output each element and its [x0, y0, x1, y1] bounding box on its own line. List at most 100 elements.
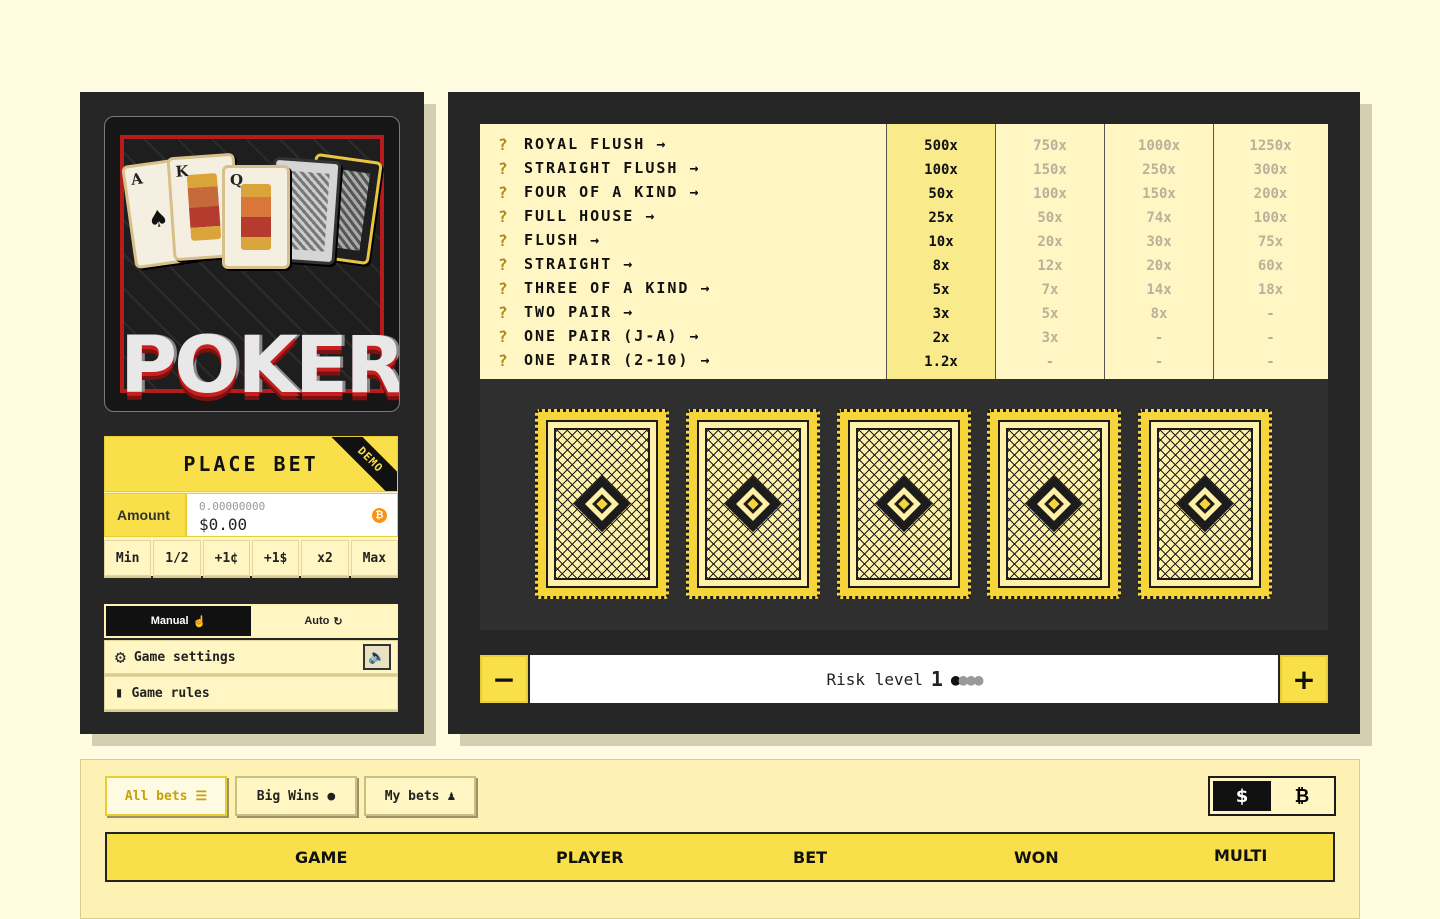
multiplier-column-2: 750x 150x 100x 50x 20x 12x 7x 5x 3x - [996, 124, 1105, 379]
left-panel: A ♠ K Q POKER PLACE BET DEMO Amount 0.00… [80, 92, 424, 734]
tab-my-bets[interactable]: My bets ♟ [364, 776, 476, 816]
multiplier-value: 8x [932, 258, 950, 274]
hand-four-of-a-kind[interactable]: ? FOUR OF A KIND → [480, 180, 886, 204]
multiplier-value: 74x [1146, 210, 1172, 226]
hand-flush[interactable]: ? FLUSH → [480, 228, 886, 252]
multiplier-value: 20x [1037, 234, 1063, 250]
fire-drop-icon: ● [950, 669, 961, 689]
card-slot-2[interactable] [686, 409, 820, 599]
currency-usd-option[interactable]: $ [1213, 781, 1271, 811]
book-icon: ▮ [115, 685, 124, 701]
game-logo: A ♠ K Q POKER [104, 116, 400, 412]
multiplier-value: 100x [924, 162, 958, 178]
bets-table-header: GAME PLAYER BET WON MULTI [105, 832, 1335, 882]
help-icon: ? [498, 302, 510, 322]
tab-big-wins[interactable]: Big Wins ● [235, 776, 357, 816]
multiplier-column-1: 500x 100x 50x 25x 10x 8x 5x 3x 2x 1.2x [887, 124, 996, 379]
manual-mode-tab[interactable]: Manual ☝ [106, 606, 251, 636]
help-icon: ? [498, 326, 510, 346]
bets-panel: All bets ☰ Big Wins ● My bets ♟ $ ₿ GAME… [80, 759, 1360, 919]
amount-input[interactable]: 0.00000000 $0.00 ₿ [186, 493, 398, 537]
place-bet-button[interactable]: PLACE BET DEMO [104, 436, 398, 492]
risk-drops: ●●●● [950, 669, 984, 689]
fire-drop-icon: ● [973, 669, 984, 689]
game-rules-label: Game rules [131, 685, 210, 701]
hand-straight-flush[interactable]: ? STRAIGHT FLUSH → [480, 156, 886, 180]
multiplier-value: 250x [1142, 162, 1176, 178]
multiplier-value: 5x [1041, 306, 1059, 322]
half-button[interactable]: 1/2 [153, 540, 201, 576]
column-player: PLAYER [556, 847, 624, 867]
max-button[interactable]: Max [350, 540, 398, 576]
card-slot-5[interactable] [1138, 409, 1272, 599]
hand-three-of-a-kind[interactable]: ? THREE OF A KIND → [480, 276, 886, 300]
add-cent-button[interactable]: +1¢ [202, 540, 250, 576]
multiplier-value: - [1154, 330, 1164, 346]
amount-usd-value: $0.00 [199, 515, 248, 534]
hand-icon: ☝ [192, 615, 207, 628]
column-multi: MULTI [1214, 845, 1268, 865]
amount-row: Amount 0.00000000 $0.00 ₿ [104, 493, 398, 537]
currency-toggle: $ ₿ [1208, 776, 1336, 816]
auto-mode-tab[interactable]: Auto ↻ [251, 606, 396, 636]
card-slot-4[interactable] [987, 409, 1121, 599]
game-settings-label: Game settings [133, 649, 236, 665]
card-slot-1[interactable] [535, 409, 669, 599]
multiplier-value: 50x [1037, 210, 1063, 226]
refresh-icon: ↻ [333, 615, 343, 628]
card-slot-3[interactable] [837, 409, 971, 599]
risk-decrease-button[interactable]: − [480, 655, 528, 703]
paytable: ? ROYAL FLUSH → ? STRAIGHT FLUSH → ? FOUR O… [480, 124, 1328, 379]
multiplier-value: 1.2x [924, 354, 958, 370]
hand-straight[interactable]: ? STRAIGHT → [480, 252, 886, 276]
multiplier-value: 150x [1142, 186, 1176, 202]
paytable-hands: ? ROYAL FLUSH → ? STRAIGHT FLUSH → ? FOUR O… [480, 124, 887, 379]
multiplier-value: - [1266, 306, 1275, 322]
fire-drop-icon: ● [966, 669, 976, 689]
column-won: WON [1014, 847, 1059, 867]
bitcoin-icon: ₿ [372, 508, 387, 523]
hand-one-pair-2-10[interactable]: ? ONE PAIR (2-10) → [480, 348, 886, 372]
multiplier-value: 75x [1257, 234, 1284, 250]
game-settings-button[interactable]: ⚙ Game settings 🔈 [104, 640, 398, 674]
help-icon: ? [498, 254, 510, 274]
logo-title: POKER [120, 321, 400, 411]
sound-toggle-button[interactable]: 🔈 [363, 644, 391, 670]
game-rules-button[interactable]: ▮ Game rules [104, 676, 398, 710]
amount-label: Amount [104, 493, 186, 537]
risk-level-label: Risk level [826, 669, 923, 689]
multiplier-value: 50x [928, 186, 954, 202]
user-icon: ♟ [447, 788, 456, 804]
quick-amount-buttons: Min 1/2 +1¢ +1$ x2 Max [104, 540, 398, 576]
hand-royal-flush[interactable]: ? ROYAL FLUSH → [480, 132, 886, 156]
logo-card-queen: Q [222, 165, 290, 269]
amount-btc-value: 0.00000000 [199, 500, 266, 513]
currency-btc-option[interactable]: ₿ [1273, 781, 1331, 811]
multiplier-value: 200x [1253, 186, 1288, 202]
column-game: GAME [295, 847, 348, 867]
min-button[interactable]: Min [104, 540, 152, 576]
multiplier-value: 500x [924, 138, 958, 154]
dollar-coin-icon: ● [327, 788, 336, 804]
multiplier-value: 18x [1257, 282, 1284, 298]
multiplier-value: - [1154, 354, 1164, 370]
speaker-icon: 🔈 [368, 649, 386, 665]
tab-all-bets[interactable]: All bets ☰ [105, 776, 227, 816]
hand-one-pair-j-a[interactable]: ? ONE PAIR (J-A) → [480, 324, 886, 348]
help-icon: ? [498, 182, 510, 202]
game-board: ? ROYAL FLUSH → ? STRAIGHT FLUSH → ? FOUR O… [448, 92, 1360, 734]
multiplier-value: 1250x [1249, 138, 1292, 154]
multiplier-value: 25x [928, 210, 954, 226]
double-button[interactable]: x2 [301, 540, 349, 576]
risk-level-control: − Risk level 1 ●●●● + [480, 655, 1328, 703]
add-dollar-button[interactable]: +1$ [251, 540, 300, 576]
multiplier-column-3: 1000x 250x 150x 74x 30x 20x 14x 8x - - [1105, 124, 1214, 379]
multiplier-value: 150x [1033, 162, 1067, 178]
hand-full-house[interactable]: ? FULL HOUSE → [480, 204, 886, 228]
multiplier-value: 7x [1041, 282, 1059, 298]
multiplier-value: 60x [1257, 258, 1284, 274]
multiplier-column-4: 1250x 300x 200x 100x 75x 60x 18x - - - [1214, 124, 1327, 379]
risk-increase-button[interactable]: + [1280, 655, 1328, 703]
bet-mode-toggle: Manual ☝ Auto ↻ [104, 604, 398, 638]
hand-two-pair[interactable]: ? TWO PAIR → [480, 300, 886, 324]
